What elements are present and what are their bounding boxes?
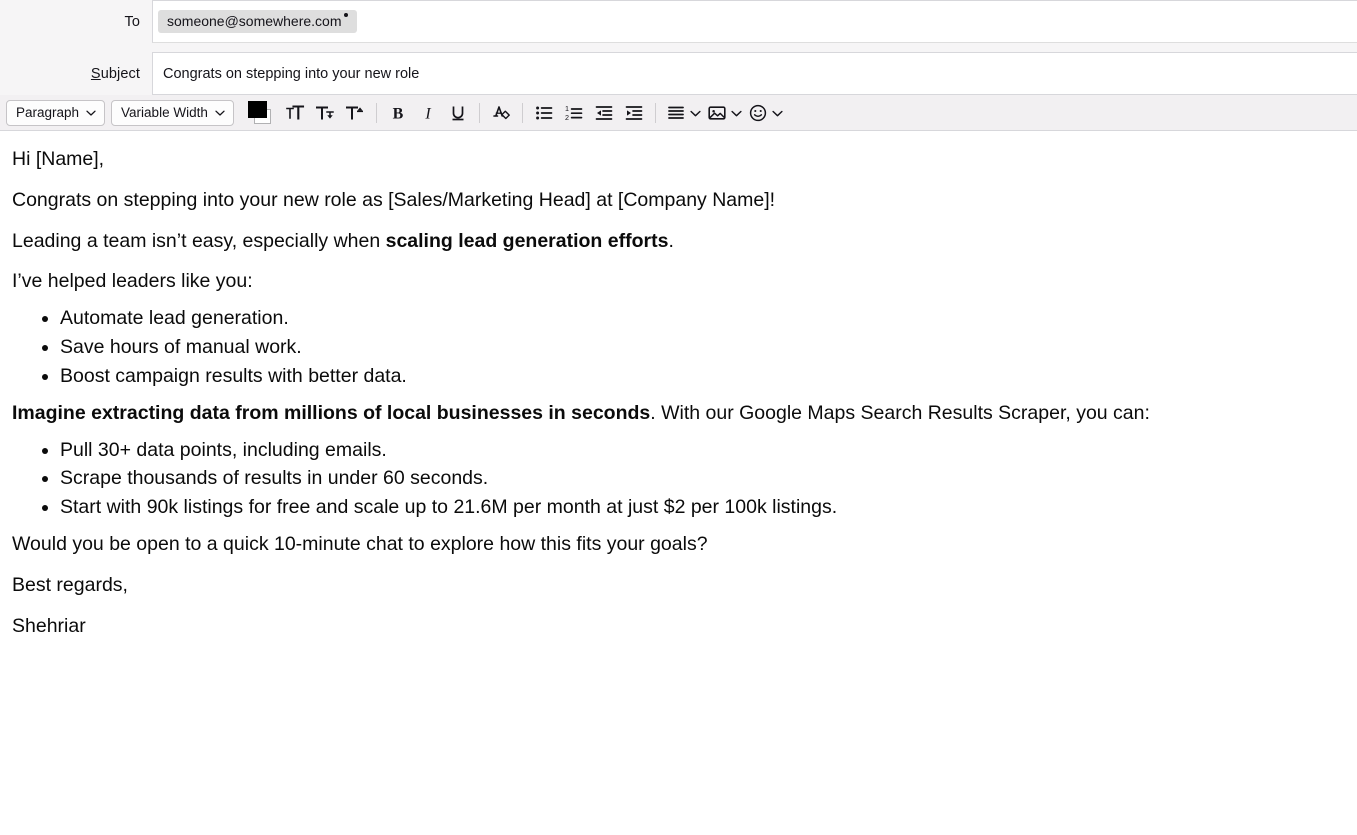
chevron-down-icon	[690, 108, 700, 118]
underline-icon	[448, 103, 468, 123]
imagine-text-bold: Imagine extracting data from millions of…	[12, 402, 650, 424]
subject-field-label: Subject	[0, 52, 152, 95]
body-greeting: Hi [Name],	[12, 139, 1345, 180]
toolbar-separator	[376, 103, 377, 123]
font-family-label: Variable Width	[121, 105, 208, 120]
benefits-list: Automate lead generation. Save hours of …	[12, 302, 1345, 392]
subject-label-rest: ubject	[101, 66, 140, 82]
body-imagine-paragraph: Imagine extracting data from millions of…	[12, 393, 1345, 434]
recipient-pill[interactable]: someone@somewhere.com	[158, 10, 357, 34]
align-dropdown[interactable]	[662, 99, 703, 127]
bulleted-list-button[interactable]	[529, 99, 559, 127]
chevron-down-icon	[215, 108, 225, 118]
message-body-editor[interactable]: Hi [Name], Congrats on stepping into you…	[0, 131, 1357, 835]
body-leading-paragraph: Leading a team isn’t easy, especially wh…	[12, 221, 1345, 262]
list-item: Boost campaign results with better data.	[60, 362, 1345, 391]
list-item: Pull 30+ data points, including emails.	[60, 436, 1345, 465]
subject-value: Congrats on stepping into your new role	[158, 66, 419, 82]
body-helped-intro: I’ve helped leaders like you:	[12, 261, 1345, 302]
remove-formatting-button[interactable]	[486, 99, 516, 127]
superscript-button[interactable]	[340, 99, 370, 127]
imagine-text-post: . With our Google Maps Search Results Sc…	[650, 402, 1150, 424]
toolbar-separator	[655, 103, 656, 123]
to-input[interactable]: someone@somewhere.com	[152, 0, 1357, 43]
bold-icon: B	[388, 103, 408, 123]
leading-text-pre: Leading a team isn’t easy, especially wh…	[12, 230, 386, 252]
list-item: Scrape thousands of results in under 60 …	[60, 464, 1345, 493]
features-list: Pull 30+ data points, including emails. …	[12, 434, 1345, 524]
compose-header: To someone@somewhere.com Subject Congrat…	[0, 0, 1357, 95]
italic-button[interactable]: I	[413, 99, 443, 127]
chevron-down-icon	[86, 108, 96, 118]
decrease-font-size-button[interactable]	[310, 99, 340, 127]
list-item: Save hours of manual work.	[60, 333, 1345, 362]
leading-text-bold: scaling lead generation efforts	[386, 230, 669, 252]
align-icon	[662, 99, 690, 127]
chevron-down-icon	[731, 108, 741, 118]
to-field-row: To someone@somewhere.com	[0, 0, 1357, 43]
formatting-toolbar: Paragraph Variable Width	[0, 95, 1357, 131]
chevron-down-icon	[772, 108, 782, 118]
subject-input[interactable]: Congrats on stepping into your new role	[152, 52, 1357, 95]
list-item: Automate lead generation.	[60, 304, 1345, 333]
underline-button[interactable]	[443, 99, 473, 127]
svg-text:2: 2	[565, 113, 569, 122]
toolbar-separator	[522, 103, 523, 123]
remove-formatting-icon	[491, 103, 511, 123]
list-item: Start with 90k listings for free and sca…	[60, 493, 1345, 522]
decrease-indent-button[interactable]	[589, 99, 619, 127]
leading-text-post: .	[668, 230, 673, 252]
paragraph-style-label: Paragraph	[16, 105, 79, 120]
header-row-spacer	[0, 43, 1357, 52]
svg-text:B: B	[393, 105, 404, 122]
body-signature: Shehriar	[12, 606, 1345, 647]
insert-image-dropdown[interactable]	[703, 99, 744, 127]
toolbar-separator	[479, 103, 480, 123]
svg-text:I: I	[424, 105, 431, 122]
body-cta: Would you be open to a quick 10-minute c…	[12, 524, 1345, 565]
increase-font-size-button[interactable]	[280, 99, 310, 127]
to-field-label: To	[0, 0, 152, 43]
text-color-swatch-icon	[248, 101, 267, 118]
increase-indent-icon	[624, 103, 644, 123]
body-congrats: Congrats on stepping into your new role …	[12, 180, 1345, 221]
emoji-icon	[744, 99, 772, 127]
increase-font-size-icon	[285, 103, 305, 123]
numbered-list-icon: 1 2	[564, 103, 584, 123]
recipient-status-dot-icon	[344, 13, 348, 17]
bold-button[interactable]: B	[383, 99, 413, 127]
font-family-dropdown[interactable]: Variable Width	[111, 100, 234, 126]
subject-field-row: Subject Congrats on stepping into your n…	[0, 52, 1357, 95]
italic-icon: I	[418, 103, 438, 123]
subject-label-accesskey: S	[91, 66, 101, 82]
bulleted-list-icon	[534, 103, 554, 123]
email-compose-window: To someone@somewhere.com Subject Congrat…	[0, 0, 1357, 835]
paragraph-style-dropdown[interactable]: Paragraph	[6, 100, 105, 126]
superscript-icon	[345, 103, 365, 123]
emoji-dropdown[interactable]	[744, 99, 785, 127]
insert-image-icon	[703, 99, 731, 127]
increase-indent-button[interactable]	[619, 99, 649, 127]
svg-text:1: 1	[565, 104, 569, 113]
decrease-indent-icon	[594, 103, 614, 123]
recipient-address: someone@somewhere.com	[167, 14, 342, 29]
text-color-picker[interactable]	[248, 101, 274, 125]
body-signoff: Best regards,	[12, 565, 1345, 606]
decrease-font-size-icon	[315, 103, 335, 123]
numbered-list-button[interactable]: 1 2	[559, 99, 589, 127]
